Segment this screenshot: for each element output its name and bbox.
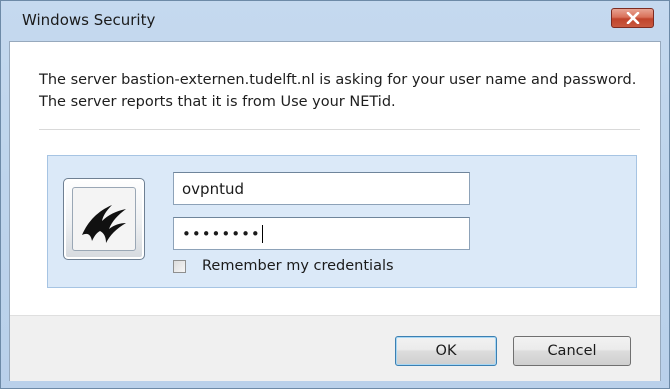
close-icon	[626, 12, 640, 24]
server-message: The server bastion-externen.tudelft.nl i…	[39, 72, 637, 110]
ok-button[interactable]: OK	[395, 336, 497, 366]
ok-label: OK	[435, 343, 457, 359]
user-tile	[63, 178, 145, 260]
remember-checkbox[interactable]	[173, 259, 186, 273]
text-caret	[261, 224, 263, 243]
username-field[interactable]: ovpntud	[173, 172, 470, 205]
window-title: Windows Security	[22, 11, 156, 29]
close-button[interactable]	[611, 8, 654, 28]
user-account-picture-icon	[72, 187, 136, 251]
remember-label: Remember my credentials	[202, 258, 394, 274]
title-bar[interactable]: Windows Security	[1, 1, 669, 41]
cancel-label: Cancel	[547, 343, 597, 359]
button-bar: OK Cancel	[10, 315, 660, 381]
remember-credentials[interactable]: Remember my credentials	[173, 258, 394, 274]
password-field[interactable]: ••••••••	[173, 217, 470, 250]
separator	[39, 129, 640, 130]
username-value: ovpntud	[182, 179, 244, 198]
dialog-body: The server bastion-externen.tudelft.nl i…	[9, 41, 661, 381]
credential-tile-panel[interactable]: ovpntud •••••••• Remember my credentials	[47, 155, 637, 288]
cancel-button[interactable]: Cancel	[513, 336, 631, 366]
password-value: ••••••••	[182, 224, 261, 243]
windows-security-dialog: Windows Security The server bastion-exte…	[0, 0, 670, 389]
